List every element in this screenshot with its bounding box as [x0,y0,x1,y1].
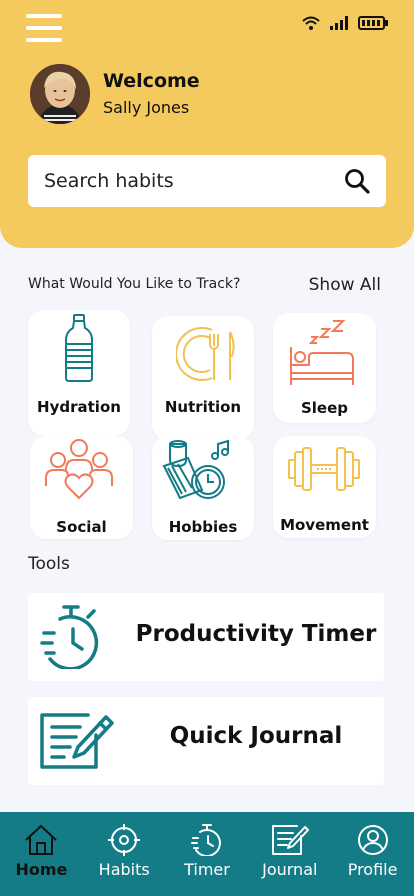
habit-card-hobbies[interactable]: Hobbies [152,436,254,540]
habit-card-movement[interactable]: Movement [273,436,376,538]
avatar[interactable] [30,64,90,124]
home-icon [25,824,58,855]
profile-icon [357,825,388,855]
show-all-link[interactable]: Show All [309,275,381,295]
bed-zzz-icon [290,320,354,385]
dumbbell-icon [288,447,360,491]
welcome-title: Welcome [103,70,200,92]
stopwatch-icon [40,605,99,669]
tool-label: Quick Journal [169,723,343,749]
nav-label: Timer [184,860,230,879]
nav-habits[interactable]: Habits [84,812,164,896]
habit-label: Social [56,518,107,536]
nav-journal[interactable]: Journal [250,812,330,896]
target-icon [108,824,141,856]
nav-label: Home [15,860,68,879]
user-name: Sally Jones [103,98,190,117]
track-heading: What Would You Like to Track? [28,276,241,292]
people-heart-icon [45,439,113,500]
quick-journal-button[interactable]: Quick Journal [28,697,384,785]
habit-card-social[interactable]: Social [30,436,133,539]
search-placeholder: Search habits [44,170,174,192]
nav-label: Journal [262,860,318,879]
timer-icon [190,824,221,856]
header: Welcome Sally Jones Search habits [0,0,414,248]
habit-label: Hobbies [168,518,238,536]
wifi-icon [302,16,320,30]
journal-pen-icon [40,713,114,769]
habit-card-sleep[interactable]: Sleep [273,313,376,423]
plate-fork-knife-icon [176,327,235,381]
tools-heading: Tools [28,554,70,574]
habit-label: Nutrition [164,398,242,416]
battery-icon [358,16,388,30]
book-coffee-music-icon [162,439,229,500]
search-icon[interactable] [344,168,370,194]
nav-home[interactable]: Home [1,812,81,896]
habit-card-nutrition[interactable]: Nutrition [152,316,254,440]
habit-label: Movement [280,516,369,534]
habit-label: Hydration [37,398,121,416]
habit-card-hydration[interactable]: Hydration [28,310,130,436]
bottom-nav: Home Habits Timer Journal Profile [0,812,414,896]
signal-icon [330,16,348,30]
search-input[interactable]: Search habits [28,155,386,207]
tool-label: Productivity Timer [135,621,377,647]
nav-timer[interactable]: Timer [167,812,247,896]
journal-icon [271,825,309,855]
water-bottle-icon [65,314,93,382]
status-bar [302,16,388,30]
menu-icon[interactable] [26,14,62,42]
nav-label: Habits [98,860,150,879]
productivity-timer-button[interactable]: Productivity Timer [28,593,384,681]
nav-profile[interactable]: Profile [333,812,413,896]
habit-label: Sleep [300,399,349,417]
nav-label: Profile [347,860,398,879]
